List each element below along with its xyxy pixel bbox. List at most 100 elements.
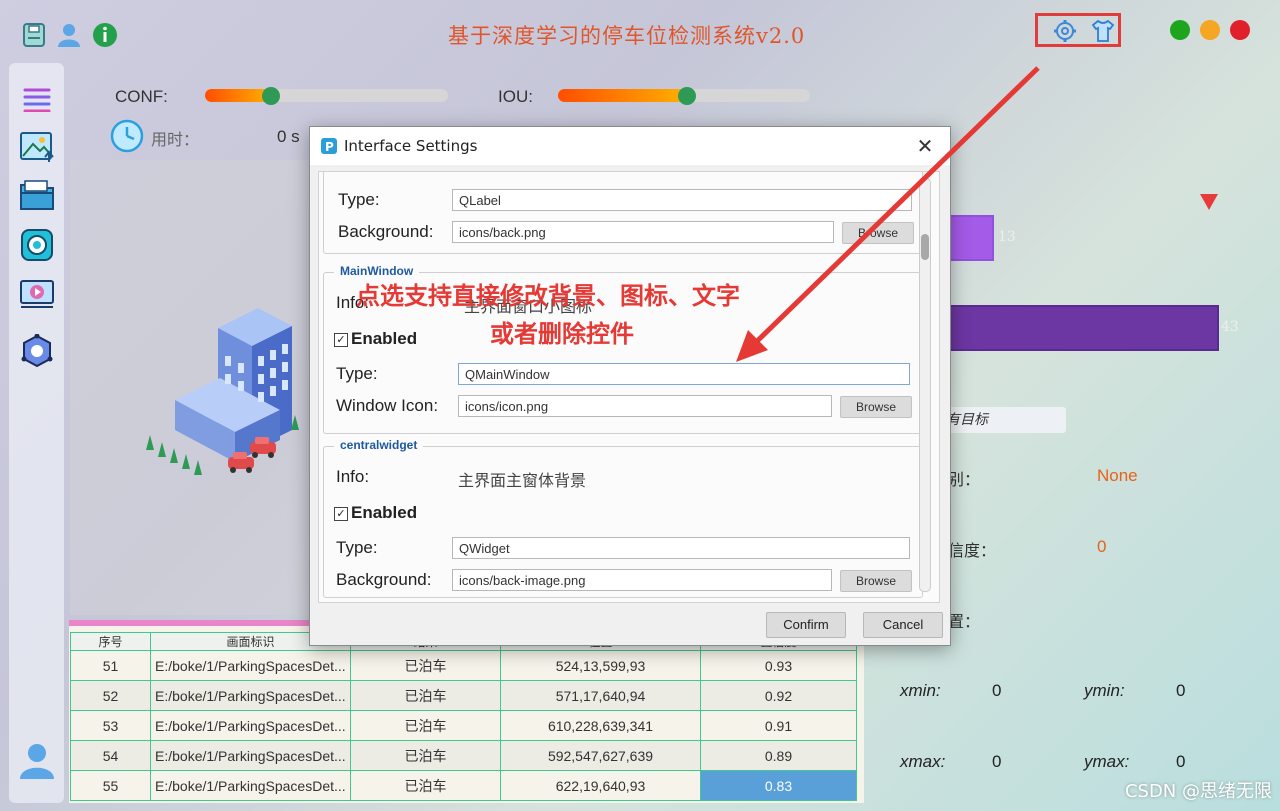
cell-source[interactable]: E:/boke/1/ParkingSpacesDet... (150, 650, 351, 681)
xmin-value: 0 (992, 681, 1002, 700)
cell-source[interactable]: E:/boke/1/ParkingSpacesDet... (150, 770, 351, 801)
settings-highlight-box (1035, 13, 1121, 47)
enabled-checkbox[interactable]: ✓ (334, 333, 348, 347)
cell-confidence[interactable]: 0.83 (700, 770, 857, 801)
background-label: Background: (336, 570, 432, 589)
target-select[interactable]: 有目标 (940, 407, 1066, 433)
browse-button[interactable]: Browse (840, 570, 912, 592)
cell-confidence[interactable]: 0.93 (700, 650, 857, 681)
count-bar-2 (948, 305, 1219, 351)
enabled-checkbox[interactable]: ✓ (334, 507, 348, 521)
iou-slider-fill (558, 89, 687, 102)
dropdown-indicator-icon[interactable] (1198, 192, 1220, 216)
cell-position[interactable]: 610,228,639,341 (500, 710, 701, 741)
folder-icon[interactable] (19, 177, 55, 213)
count-bar-2-value: 43 (1221, 319, 1239, 335)
cell-index[interactable]: 52 (70, 680, 151, 711)
close-button[interactable] (1230, 20, 1250, 40)
count-bar-1 (948, 215, 994, 261)
cell-position[interactable]: 592,547,627,639 (500, 740, 701, 771)
conf-slider-fill (205, 89, 271, 102)
dialog-scrollbar[interactable] (919, 178, 931, 592)
cell-result[interactable]: 已泊车 (350, 650, 501, 681)
count-bar-1-value: 13 (998, 229, 1016, 245)
cell-position[interactable]: 622,19,640,93 (500, 770, 701, 801)
dialog-titlebar: P Interface Settings ✕ (310, 127, 950, 165)
dialog-close-icon[interactable]: ✕ (912, 133, 938, 159)
dialog-scrollbar-thumb[interactable] (921, 234, 929, 260)
cell-confidence[interactable]: 0.91 (700, 710, 857, 741)
cell-confidence[interactable]: 0.92 (700, 680, 857, 711)
cell-source[interactable]: E:/boke/1/ParkingSpacesDet... (150, 680, 351, 711)
cell-source[interactable]: E:/boke/1/ParkingSpacesDet... (150, 710, 351, 741)
cancel-button[interactable]: Cancel (863, 612, 943, 638)
group-label-settings: Type: QLabel Background: icons/back.png … (323, 172, 923, 254)
info-icon[interactable] (92, 22, 118, 48)
background-input[interactable]: icons/back-image.png (452, 569, 832, 591)
cell-confidence[interactable]: 0.89 (700, 740, 857, 771)
background-input[interactable]: icons/back.png (452, 221, 834, 243)
type-input[interactable]: QWidget (452, 537, 910, 559)
image-upload-icon[interactable] (19, 129, 55, 165)
ymin-label: ymin: (1084, 681, 1125, 700)
confidence-value: 0 (1097, 537, 1107, 556)
maximize-button[interactable] (1170, 20, 1190, 40)
xmin-label: xmin: (900, 681, 941, 700)
cell-source[interactable]: E:/boke/1/ParkingSpacesDet... (150, 740, 351, 771)
cell-result[interactable]: 已泊车 (350, 770, 501, 801)
table-row[interactable]: 55 E:/boke/1/ParkingSpacesDet... 已泊车 622… (70, 770, 857, 801)
table-row[interactable]: 51 E:/boke/1/ParkingSpacesDet... 已泊车 524… (70, 650, 857, 681)
video-icon[interactable] (19, 277, 55, 313)
enabled-label[interactable]: Enabled (351, 329, 417, 349)
sidebar (9, 63, 64, 803)
cell-index[interactable]: 55 (70, 770, 151, 801)
save-icon[interactable] (21, 22, 47, 48)
browse-button[interactable]: Browse (842, 222, 914, 244)
model-icon[interactable] (19, 333, 55, 369)
cell-index[interactable]: 54 (70, 740, 151, 771)
info-value: 主界面主窗体背景 (458, 471, 587, 490)
results-table-container: 序号 画面标识 结果 位置 置信度 51 E:/boke/1/ParkingSp… (69, 620, 864, 803)
cell-index[interactable]: 51 (70, 650, 151, 681)
cell-index[interactable]: 53 (70, 710, 151, 741)
table-row[interactable]: 54 E:/boke/1/ParkingSpacesDet... 已泊车 592… (70, 740, 857, 771)
menu-icon[interactable] (19, 81, 55, 117)
table-row[interactable]: 52 E:/boke/1/ParkingSpacesDet... 已泊车 571… (70, 680, 857, 711)
confidence-label: 信度： (948, 541, 997, 560)
cell-result[interactable]: 已泊车 (350, 740, 501, 771)
window-icon-input[interactable]: icons/icon.png (458, 395, 832, 417)
table-row[interactable]: 53 E:/boke/1/ParkingSpacesDet... 已泊车 610… (70, 710, 857, 741)
type-input[interactable]: QLabel (452, 189, 912, 211)
conf-slider[interactable] (205, 89, 448, 102)
user-icon[interactable] (56, 22, 82, 48)
position-label: 置： (948, 612, 981, 631)
group-centralwidget: centralwidget Info: 主界面主窗体背景 ✓ Enabled T… (323, 438, 923, 598)
xmax-label: xmax: (900, 752, 946, 771)
time-label: 用时： (151, 130, 200, 149)
browse-button[interactable]: Browse (840, 396, 912, 418)
type-label: Type: (336, 538, 378, 557)
cell-position[interactable]: 571,17,640,94 (500, 680, 701, 711)
results-table[interactable]: 序号 画面标识 结果 位置 置信度 51 E:/boke/1/ParkingSp… (70, 632, 857, 801)
cell-result[interactable]: 已泊车 (350, 710, 501, 741)
cell-result[interactable]: 已泊车 (350, 680, 501, 711)
confirm-button[interactable]: Confirm (766, 612, 846, 638)
class-label: 别： (948, 470, 981, 489)
type-input[interactable]: QMainWindow (458, 363, 910, 385)
iou-slider-handle[interactable] (677, 86, 696, 105)
header-index[interactable]: 序号 (70, 632, 151, 651)
account-icon[interactable] (19, 743, 55, 779)
ymin-value: 0 (1176, 681, 1186, 700)
annotation-text-line2: 或者删除控件 (490, 320, 634, 348)
conf-label: CONF: (115, 87, 168, 106)
clock-icon (110, 119, 144, 157)
ymax-label: ymax: (1084, 752, 1130, 771)
interface-settings-dialog: P Interface Settings ✕ Type: QLabel Back… (309, 126, 951, 646)
dialog-scroll-area[interactable]: Type: QLabel Background: icons/back.png … (318, 171, 940, 603)
minimize-button[interactable] (1200, 20, 1220, 40)
cell-position[interactable]: 524,13,599,93 (500, 650, 701, 681)
ymax-value: 0 (1176, 752, 1186, 771)
camera-icon[interactable] (19, 227, 55, 263)
enabled-label[interactable]: Enabled (351, 503, 417, 523)
conf-slider-handle[interactable] (261, 86, 280, 105)
